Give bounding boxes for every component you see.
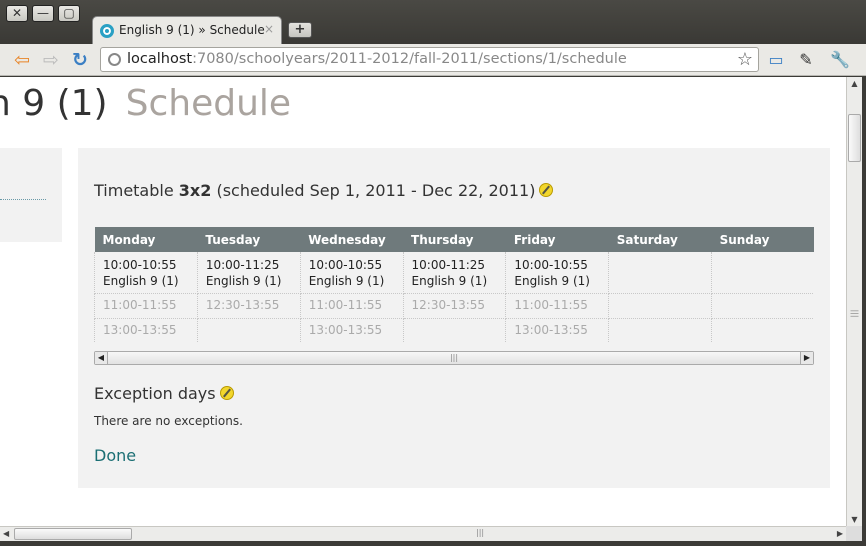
- no-exceptions-text: There are no exceptions.: [94, 414, 243, 428]
- sidebar-box: [0, 148, 62, 242]
- vertical-grip: |||: [850, 309, 860, 318]
- scroll-down-icon[interactable]: ▼: [849, 515, 860, 524]
- tab-title: English 9 (1) » Schedule: [119, 23, 265, 37]
- day-header-sunday: Sunday: [711, 227, 814, 252]
- period-cell: 10:00-11:25 English 9 (1): [402, 252, 507, 294]
- day-header-monday: Monday: [94, 227, 198, 252]
- timetable-table: Monday Tuesday Wednesday Thursday Friday Satu…: [94, 227, 814, 343]
- period-time: 10:00-10:55: [103, 258, 177, 272]
- period-time: 10:00-11:25: [411, 258, 486, 272]
- period-cell: 12:30-13:55: [402, 292, 507, 319]
- period-cell: 13:00-13:55: [299, 317, 404, 343]
- fullscreen-icon[interactable]: ▭: [765, 49, 787, 71]
- page-title: h 9 (1)Schedule: [0, 83, 292, 124]
- day-header-thursday: Thursday: [403, 227, 506, 252]
- period-course: English 9 (1): [205, 274, 282, 288]
- back-icon[interactable]: ⇦: [11, 49, 33, 71]
- vertical-scrollbar-thumb[interactable]: [848, 114, 861, 162]
- period-cell: [608, 317, 713, 343]
- address-bar[interactable]: localhost:7080/schoolyears/2011-2012/fal…: [100, 47, 759, 72]
- period-cell: [711, 317, 814, 343]
- scroll-right-icon[interactable]: ▶: [800, 352, 813, 364]
- tab-close-icon[interactable]: ×: [264, 22, 274, 36]
- period-course: English 9 (1): [103, 274, 179, 288]
- timetable-header-row: Monday Tuesday Wednesday Thursday Friday Satu…: [94, 227, 814, 252]
- period-cell: [608, 252, 713, 294]
- period-cell: 10:00-10:55 English 9 (1): [94, 252, 198, 294]
- exception-days-heading: Exception days: [94, 384, 234, 403]
- day-header-tuesday: Tuesday: [197, 227, 301, 252]
- period-cell: 13:00-13:55: [94, 317, 198, 343]
- wrench-icon[interactable]: 🔧: [829, 49, 851, 71]
- period-course: English 9 (1): [308, 274, 385, 288]
- period-cell: [402, 317, 507, 343]
- period-cell: 10:00-11:25 English 9 (1): [196, 252, 301, 294]
- period-cell: [608, 292, 713, 319]
- period-course: English 9 (1): [411, 274, 488, 288]
- window-titlebar: ✕ — ▢ English 9 (1) » Schedule × +: [0, 0, 866, 44]
- page-subtitle: Schedule: [125, 83, 292, 124]
- timetable-scroll-area: Monday Tuesday Wednesday Thursday Friday Satu…: [94, 227, 814, 343]
- browser-tab[interactable]: English 9 (1) » Schedule ×: [92, 16, 282, 44]
- forward-icon[interactable]: ⇨: [40, 49, 62, 71]
- period-cell: 12:30-13:55: [196, 292, 301, 319]
- new-tab-button[interactable]: +: [288, 22, 312, 38]
- period-cell: [196, 317, 301, 343]
- period-cell: 10:00-10:55 English 9 (1): [299, 252, 404, 294]
- period-cell: [711, 252, 814, 294]
- horizontal-scrollbar-thumb[interactable]: [14, 528, 132, 540]
- edit-exceptions-icon[interactable]: [219, 386, 234, 400]
- page-viewport: h 9 (1)Schedule Timetable 3x2 (scheduled…: [0, 77, 846, 526]
- day-header-saturday: Saturday: [608, 227, 712, 252]
- schedule-panel: Timetable 3x2 (scheduled Sep 1, 2011 - D…: [78, 148, 830, 488]
- globe-icon: [108, 53, 121, 66]
- window-maximize-button[interactable]: ▢: [58, 5, 80, 22]
- scroll-up-icon[interactable]: ▲: [849, 79, 860, 88]
- browser-toolbar: ⇦ ⇨ ↻ localhost:7080/schoolyears/2011-20…: [0, 44, 866, 76]
- hscroll-right-icon[interactable]: ▶: [837, 529, 843, 538]
- day-header-friday: Friday: [505, 227, 609, 252]
- period-cell: 11:00-11:55: [299, 292, 404, 319]
- period-cell: 11:00-11:55: [505, 292, 610, 319]
- horizontal-grip: |||: [476, 528, 485, 537]
- reload-icon[interactable]: ↻: [69, 49, 91, 71]
- bookmark-star-icon[interactable]: ☆: [737, 49, 753, 70]
- tab-favicon-icon: [100, 24, 114, 38]
- sidebar-divider: [0, 199, 46, 200]
- timetable-heading: Timetable 3x2 (scheduled Sep 1, 2011 - D…: [94, 181, 554, 200]
- timetable-row: 13:00-13:55 13:00-13:55 13:00-13:55: [94, 317, 814, 343]
- scrollbar-corner: [846, 526, 862, 541]
- vertical-scrollbar[interactable]: ▲ ||| ▼: [846, 77, 862, 526]
- period-course: English 9 (1): [514, 274, 590, 288]
- edit-timetable-icon[interactable]: [539, 183, 554, 197]
- timetable-scrollbar[interactable]: ◀ ||| ▶: [94, 351, 814, 365]
- period-time: 10:00-10:55: [308, 258, 383, 272]
- horizontal-scrollbar[interactable]: ◀ ||| ▶: [0, 526, 846, 541]
- period-cell: 10:00-10:55 English 9 (1): [505, 252, 610, 294]
- pin-icon[interactable]: ✎: [795, 49, 817, 71]
- url-text: localhost:7080/schoolyears/2011-2012/fal…: [127, 51, 627, 67]
- period-time: 10:00-11:25: [205, 258, 280, 272]
- period-cell: 13:00-13:55: [505, 317, 610, 343]
- window-minimize-button[interactable]: —: [32, 5, 54, 22]
- done-link[interactable]: Done: [94, 446, 136, 465]
- timetable-row: 10:00-10:55 English 9 (1) 10:00-11:25 Engli…: [94, 252, 814, 294]
- scrollbar-thumb[interactable]: |||: [108, 352, 800, 364]
- timetable-name: 3x2: [178, 181, 212, 200]
- timetable-row: 11:00-11:55 12:30-13:55 11:00-11:55 12:30-1…: [94, 292, 814, 319]
- window-close-button[interactable]: ✕: [6, 5, 28, 22]
- scroll-left-icon[interactable]: ◀: [95, 352, 108, 364]
- period-cell: [711, 292, 814, 319]
- hscroll-left-icon[interactable]: ◀: [3, 529, 9, 538]
- period-cell: 11:00-11:55: [94, 292, 198, 319]
- day-header-wednesday: Wednesday: [300, 227, 404, 252]
- period-time: 10:00-10:55: [514, 258, 588, 272]
